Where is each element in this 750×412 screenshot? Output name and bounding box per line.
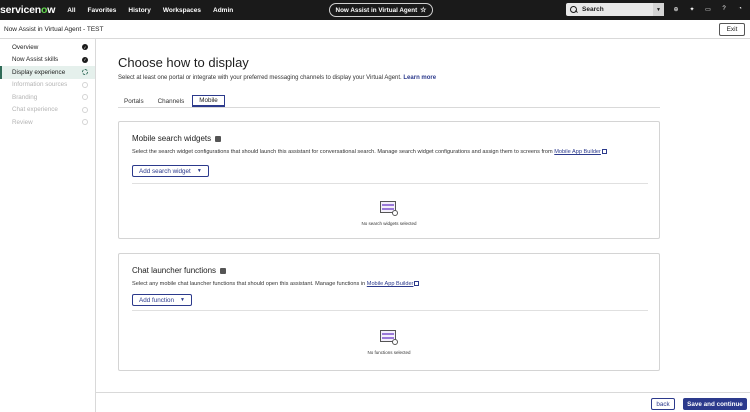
tab-divider xyxy=(118,107,660,108)
exit-button[interactable]: Exit xyxy=(719,23,745,36)
chat-launcher-functions-panel: Chat launcher functions Select any mobil… xyxy=(118,253,660,371)
caret-down-icon: ▼ xyxy=(196,168,202,174)
add-function-button[interactable]: Add function ▼ xyxy=(132,294,192,306)
wizard-steps-sidebar: Overview ✓ Now Assist skills ✓ Display e… xyxy=(0,39,96,412)
context-pill[interactable]: Now Assist in Virtual Agent ☆ xyxy=(329,3,433,17)
servicenow-logo[interactable]: servicenow xyxy=(0,4,55,16)
empty-state: No search widgets selected xyxy=(119,201,659,226)
display-tabs: Portals Channels Mobile xyxy=(118,95,227,107)
star-icon[interactable]: ☆ xyxy=(420,6,426,14)
step-information-sources[interactable]: Information sources xyxy=(0,79,95,92)
mobile-search-widgets-panel: Mobile search widgets Select the search … xyxy=(118,121,660,239)
empty-state: No functions selected xyxy=(119,330,659,355)
wizard-footer: back Save and continue xyxy=(96,392,750,412)
pending-circle-icon xyxy=(82,119,88,126)
empty-state-text: No functions selected xyxy=(367,350,411,355)
main-menu: All Favorites History Workspaces Admin xyxy=(67,7,245,14)
tab-channels[interactable]: Channels xyxy=(152,95,191,107)
top-navigation-bar: servicenow All Favorites History Workspa… xyxy=(0,0,750,20)
pending-circle-icon xyxy=(82,106,88,113)
pending-circle-icon xyxy=(82,94,88,101)
menu-favorites[interactable]: Favorites xyxy=(88,7,117,14)
global-search[interactable]: Search ▼ xyxy=(566,3,664,16)
mobile-app-builder-link[interactable]: Mobile App Builder xyxy=(554,149,601,155)
help-icon[interactable]: ? xyxy=(720,5,728,13)
panel-title: Mobile search widgets xyxy=(132,134,222,143)
in-progress-icon xyxy=(82,69,88,76)
step-chat-experience[interactable]: Chat experience xyxy=(0,104,95,117)
search-icon xyxy=(570,5,578,14)
app-header: Now Assist in Virtual Agent - TEST Exit xyxy=(0,20,750,39)
section-heading: Choose how to display xyxy=(118,55,249,70)
search-label: Search xyxy=(582,6,604,13)
divider xyxy=(132,310,648,311)
main-content: Choose how to display Select at least on… xyxy=(96,39,750,412)
step-branding[interactable]: Branding xyxy=(0,91,95,104)
back-button[interactable]: back xyxy=(651,398,675,410)
panel-title: Chat launcher functions xyxy=(132,266,227,275)
menu-admin[interactable]: Admin xyxy=(213,7,233,14)
learn-more-link[interactable]: Learn more xyxy=(403,75,436,81)
info-icon[interactable] xyxy=(215,135,222,142)
external-link-icon xyxy=(414,281,420,286)
external-link-icon xyxy=(601,149,607,154)
empty-functions-icon xyxy=(380,330,398,346)
step-review[interactable]: Review xyxy=(0,116,95,129)
save-and-continue-button[interactable]: Save and continue xyxy=(683,398,747,410)
menu-workspaces[interactable]: Workspaces xyxy=(163,7,201,14)
bell-icon[interactable]: ◔ xyxy=(736,5,744,13)
step-overview[interactable]: Overview ✓ xyxy=(0,41,95,54)
page-title: Now Assist in Virtual Agent - TEST xyxy=(4,25,104,33)
check-icon: ✓ xyxy=(82,56,88,63)
step-display-experience[interactable]: Display experience xyxy=(0,66,95,79)
menu-all[interactable]: All xyxy=(67,7,75,14)
check-icon: ✓ xyxy=(82,44,88,51)
search-dropdown-icon[interactable]: ▼ xyxy=(653,3,664,16)
chat-icon[interactable]: ▭ xyxy=(704,5,712,13)
top-icons: ⊕ ✦ ▭ ? ◔ xyxy=(672,5,750,14)
mobile-app-builder-link[interactable]: Mobile App Builder xyxy=(367,281,414,287)
step-now-assist-skills[interactable]: Now Assist skills ✓ xyxy=(0,54,95,67)
empty-search-icon xyxy=(380,201,398,217)
caret-down-icon: ▼ xyxy=(180,297,185,303)
globe-icon[interactable]: ⊕ xyxy=(672,5,680,13)
info-icon[interactable] xyxy=(220,267,227,274)
pending-circle-icon xyxy=(82,81,88,88)
empty-state-text: No search widgets selected xyxy=(361,221,417,226)
add-search-widget-button[interactable]: Add search widget ▼ xyxy=(132,165,209,177)
panel-description: Select any mobile chat launcher function… xyxy=(132,280,632,288)
intro-text: Select at least one portal or integrate … xyxy=(118,75,437,81)
menu-history[interactable]: History xyxy=(128,7,150,14)
sparkle-icon[interactable]: ✦ xyxy=(688,5,696,13)
tab-mobile[interactable]: Mobile xyxy=(192,95,225,107)
divider xyxy=(132,183,648,184)
tab-portals[interactable]: Portals xyxy=(118,95,150,107)
panel-description: Select the search widget configurations … xyxy=(132,148,632,156)
